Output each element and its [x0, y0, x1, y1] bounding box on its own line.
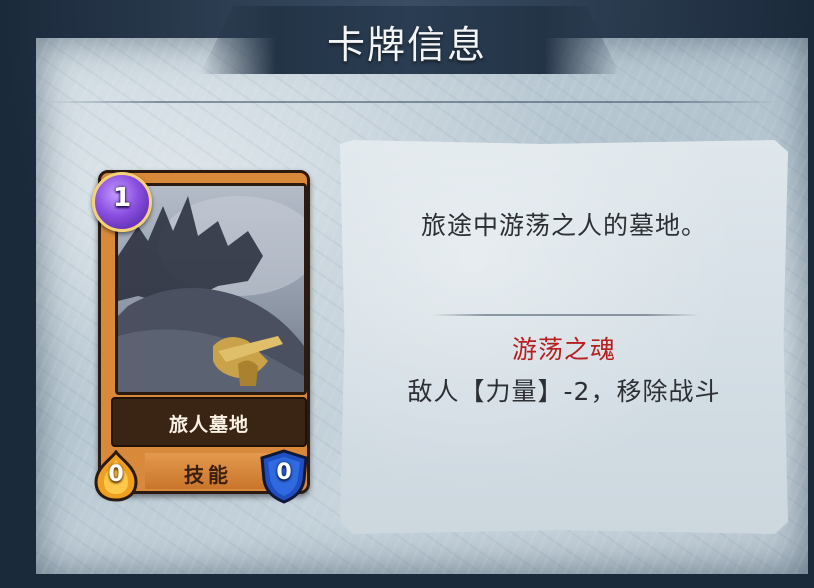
flavor-text: 旅途中游荡之人的墓地。	[420, 211, 707, 240]
card-name: 旅人墓地	[168, 414, 249, 436]
description-divider	[432, 314, 700, 316]
card-type-label: 技能	[184, 463, 232, 487]
card-name-bar: 旅人墓地	[111, 397, 307, 447]
card-cost: 1	[112, 183, 132, 213]
card-attack: 0	[108, 462, 124, 487]
card-info-screen: 卡牌信息 旅人墓地 技能 1 0 0 旅途中游荡之人的墓地。 游荡之魂 敌人【力…	[0, 0, 814, 588]
cost-gem-icon: 1	[92, 172, 152, 232]
skill-description: 敌人【力量】-2，移除战斗	[407, 377, 721, 406]
page-title: 卡牌信息	[326, 23, 487, 67]
card-description-box: 旅途中游荡之人的墓地。 游荡之魂 敌人【力量】-2，移除战斗	[340, 140, 788, 534]
attack-badge-icon: 0	[92, 450, 140, 502]
skill-name: 游荡之魂	[511, 335, 616, 364]
card-type-bar: 技能	[145, 453, 271, 489]
header: 卡牌信息	[0, 0, 814, 80]
card-defense: 0	[276, 460, 292, 485]
defense-shield-icon: 0	[258, 448, 310, 504]
header-divider	[48, 101, 778, 103]
card[interactable]: 旅人墓地 技能 1 0 0	[92, 170, 310, 504]
